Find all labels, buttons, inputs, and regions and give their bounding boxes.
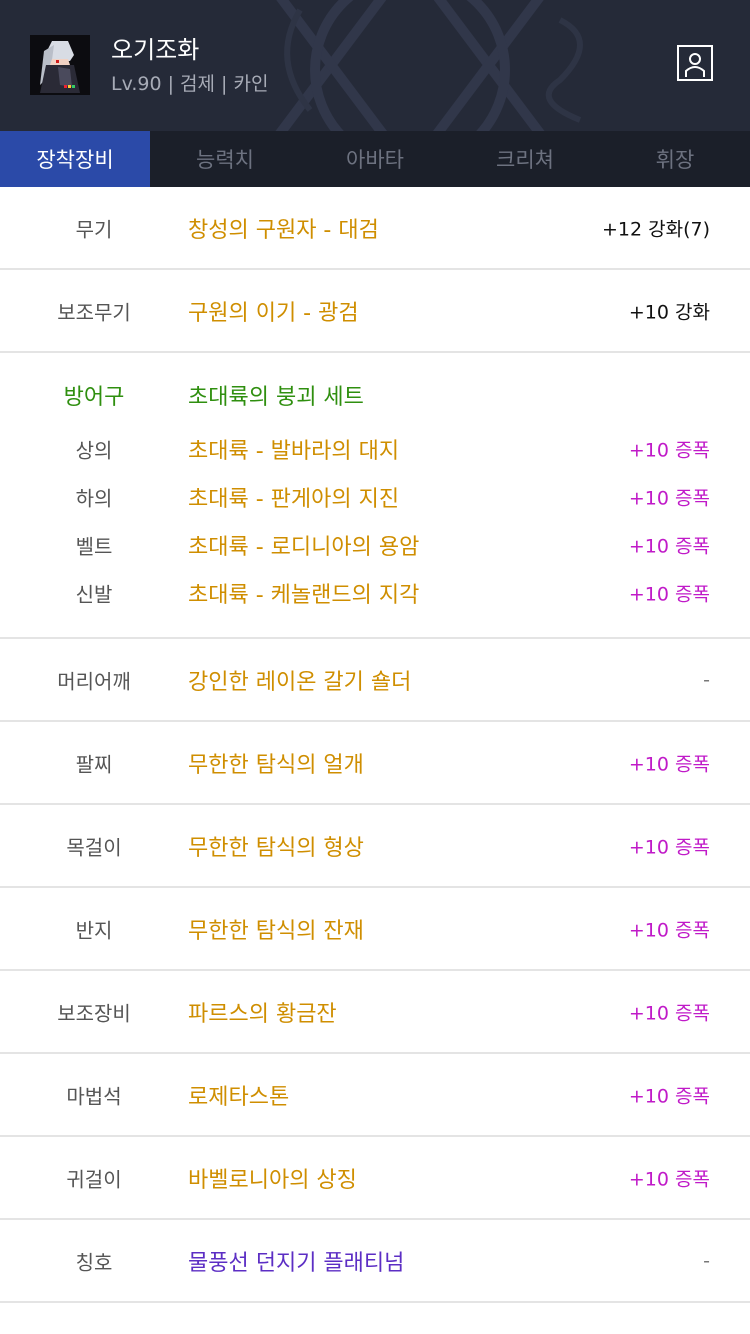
reinforce-value: +12 강화(7) (601, 218, 710, 240)
equipment-row-ring[interactable]: 반지 무한한 탐식의 잔재 +10 증폭 (0, 888, 750, 971)
equipment-row-bracelet[interactable]: 팔찌 무한한 탐식의 얼개 +10 증폭 (0, 722, 750, 805)
slot-label: 반지 (75, 918, 113, 942)
armor-set-header: 방어구 초대륙의 붕괴 세트 (0, 375, 750, 415)
slot-label: 신발 (75, 582, 113, 607)
armor-piece-row[interactable]: 상의 초대륙 - 발바라의 대지 +10 증폭 (0, 429, 750, 469)
item-name: 초대륙 - 로디니아의 용암 (188, 535, 420, 560)
amplify-value: +10 증폭 (628, 439, 710, 462)
item-name: 초대륙 - 판게아의 지진 (188, 487, 400, 512)
item-name: 물풍선 던지기 플래티넘 (188, 1250, 405, 1276)
amplify-value: +10 증폭 (628, 1085, 710, 1107)
equipment-row-support[interactable]: 보조장비 파르스의 황금잔 +10 증폭 (0, 971, 750, 1054)
amplify-value: +10 증폭 (628, 753, 710, 775)
armor-piece-row[interactable]: 하의 초대륙 - 판게아의 지진 +10 증폭 (0, 477, 750, 517)
equipment-row-earring[interactable]: 귀걸이 바벨로니아의 상징 +10 증폭 (0, 1137, 750, 1220)
item-name: 강인한 레이온 갈기 숄더 (188, 669, 412, 695)
reinforce-value: +10 강화 (628, 301, 710, 323)
slot-label: 귀걸이 (66, 1167, 122, 1191)
slot-label: 무기 (75, 217, 113, 241)
slot-label: 상의 (75, 438, 113, 463)
profile-button[interactable] (677, 45, 713, 81)
tab-stats[interactable]: 능력치 (150, 131, 300, 187)
amplify-value: +10 증폭 (628, 535, 710, 558)
tab-bar: 장착장비 능력치 아바타 크리쳐 휘장 (0, 131, 750, 187)
amplify-value: +10 증폭 (628, 487, 710, 510)
item-name: 무한한 탐식의 형상 (188, 835, 364, 861)
tab-emblem[interactable]: 휘장 (600, 131, 750, 187)
slot-label: 칭호 (75, 1250, 113, 1274)
character-name: 오기조화 (111, 36, 200, 64)
item-name: 바벨로니아의 상징 (188, 1167, 357, 1193)
person-card-icon (685, 53, 705, 77)
armor-set-group[interactable]: 방어구 초대륙의 붕괴 세트 상의 초대륙 - 발바라의 대지 +10 증폭 하… (0, 353, 750, 639)
tab-avatar[interactable]: 아바타 (300, 131, 450, 187)
equipment-list: 무기 창성의 구원자 - 대검 +12 강화(7) 보조무기 구원의 이기 - … (0, 187, 750, 1303)
item-name: 구원의 이기 - 광검 (188, 300, 359, 326)
item-name: 초대륙 - 케놀랜드의 지각 (188, 583, 420, 608)
item-name: 로제타스톤 (188, 1084, 290, 1110)
slot-label: 보조무기 (57, 300, 131, 324)
item-name: 창성의 구원자 - 대검 (188, 217, 379, 243)
tab-equipment[interactable]: 장착장비 (0, 131, 150, 187)
equipment-row-magicstone[interactable]: 마법석 로제타스톤 +10 증폭 (0, 1054, 750, 1137)
amplify-value: +10 증폭 (628, 583, 710, 606)
amplify-value: - (703, 668, 710, 691)
amplify-value: +10 증폭 (628, 836, 710, 858)
amplify-value: +10 증폭 (628, 1002, 710, 1024)
item-name: 파르스의 황금잔 (188, 1001, 337, 1027)
equipment-row-title[interactable]: 칭호 물풍선 던지기 플래티넘 - (0, 1220, 750, 1303)
character-info: Lv.90 | 검제 | 카인 (111, 73, 269, 95)
slot-label: 하의 (75, 486, 113, 511)
character-header: 오기조화 Lv.90 | 검제 | 카인 (0, 0, 750, 131)
item-name: 무한한 탐식의 잔재 (188, 918, 364, 944)
equipment-row-subweapon[interactable]: 보조무기 구원의 이기 - 광검 +10 강화 (0, 270, 750, 353)
equipment-row-shoulder[interactable]: 머리어깨 강인한 레이온 갈기 숄더 - (0, 639, 750, 722)
armor-label: 방어구 (63, 385, 125, 410)
item-name: 초대륙 - 발바라의 대지 (188, 439, 400, 464)
slot-label: 보조장비 (57, 1001, 131, 1025)
armor-piece-row[interactable]: 벨트 초대륙 - 로디니아의 용암 +10 증폭 (0, 525, 750, 565)
item-name: 무한한 탐식의 얼개 (188, 752, 364, 778)
slot-label: 벨트 (75, 534, 113, 559)
equipment-row-necklace[interactable]: 목걸이 무한한 탐식의 형상 +10 증폭 (0, 805, 750, 888)
slot-label: 목걸이 (66, 835, 122, 859)
armor-set-name: 초대륙의 붕괴 세트 (188, 385, 364, 410)
armor-piece-row[interactable]: 신발 초대륙 - 케놀랜드의 지각 +10 증폭 (0, 573, 750, 613)
character-portrait[interactable] (30, 35, 90, 95)
amplify-value: - (703, 1249, 710, 1272)
equipment-row-weapon[interactable]: 무기 창성의 구원자 - 대검 +12 강화(7) (0, 187, 750, 270)
slot-label: 팔찌 (75, 752, 113, 776)
slot-label: 머리어깨 (57, 669, 131, 693)
header-emblem-decoration (275, 0, 583, 131)
slot-label: 마법석 (66, 1084, 122, 1108)
tab-creature[interactable]: 크리쳐 (450, 131, 600, 187)
amplify-value: +10 증폭 (628, 1168, 710, 1190)
amplify-value: +10 증폭 (628, 919, 710, 941)
